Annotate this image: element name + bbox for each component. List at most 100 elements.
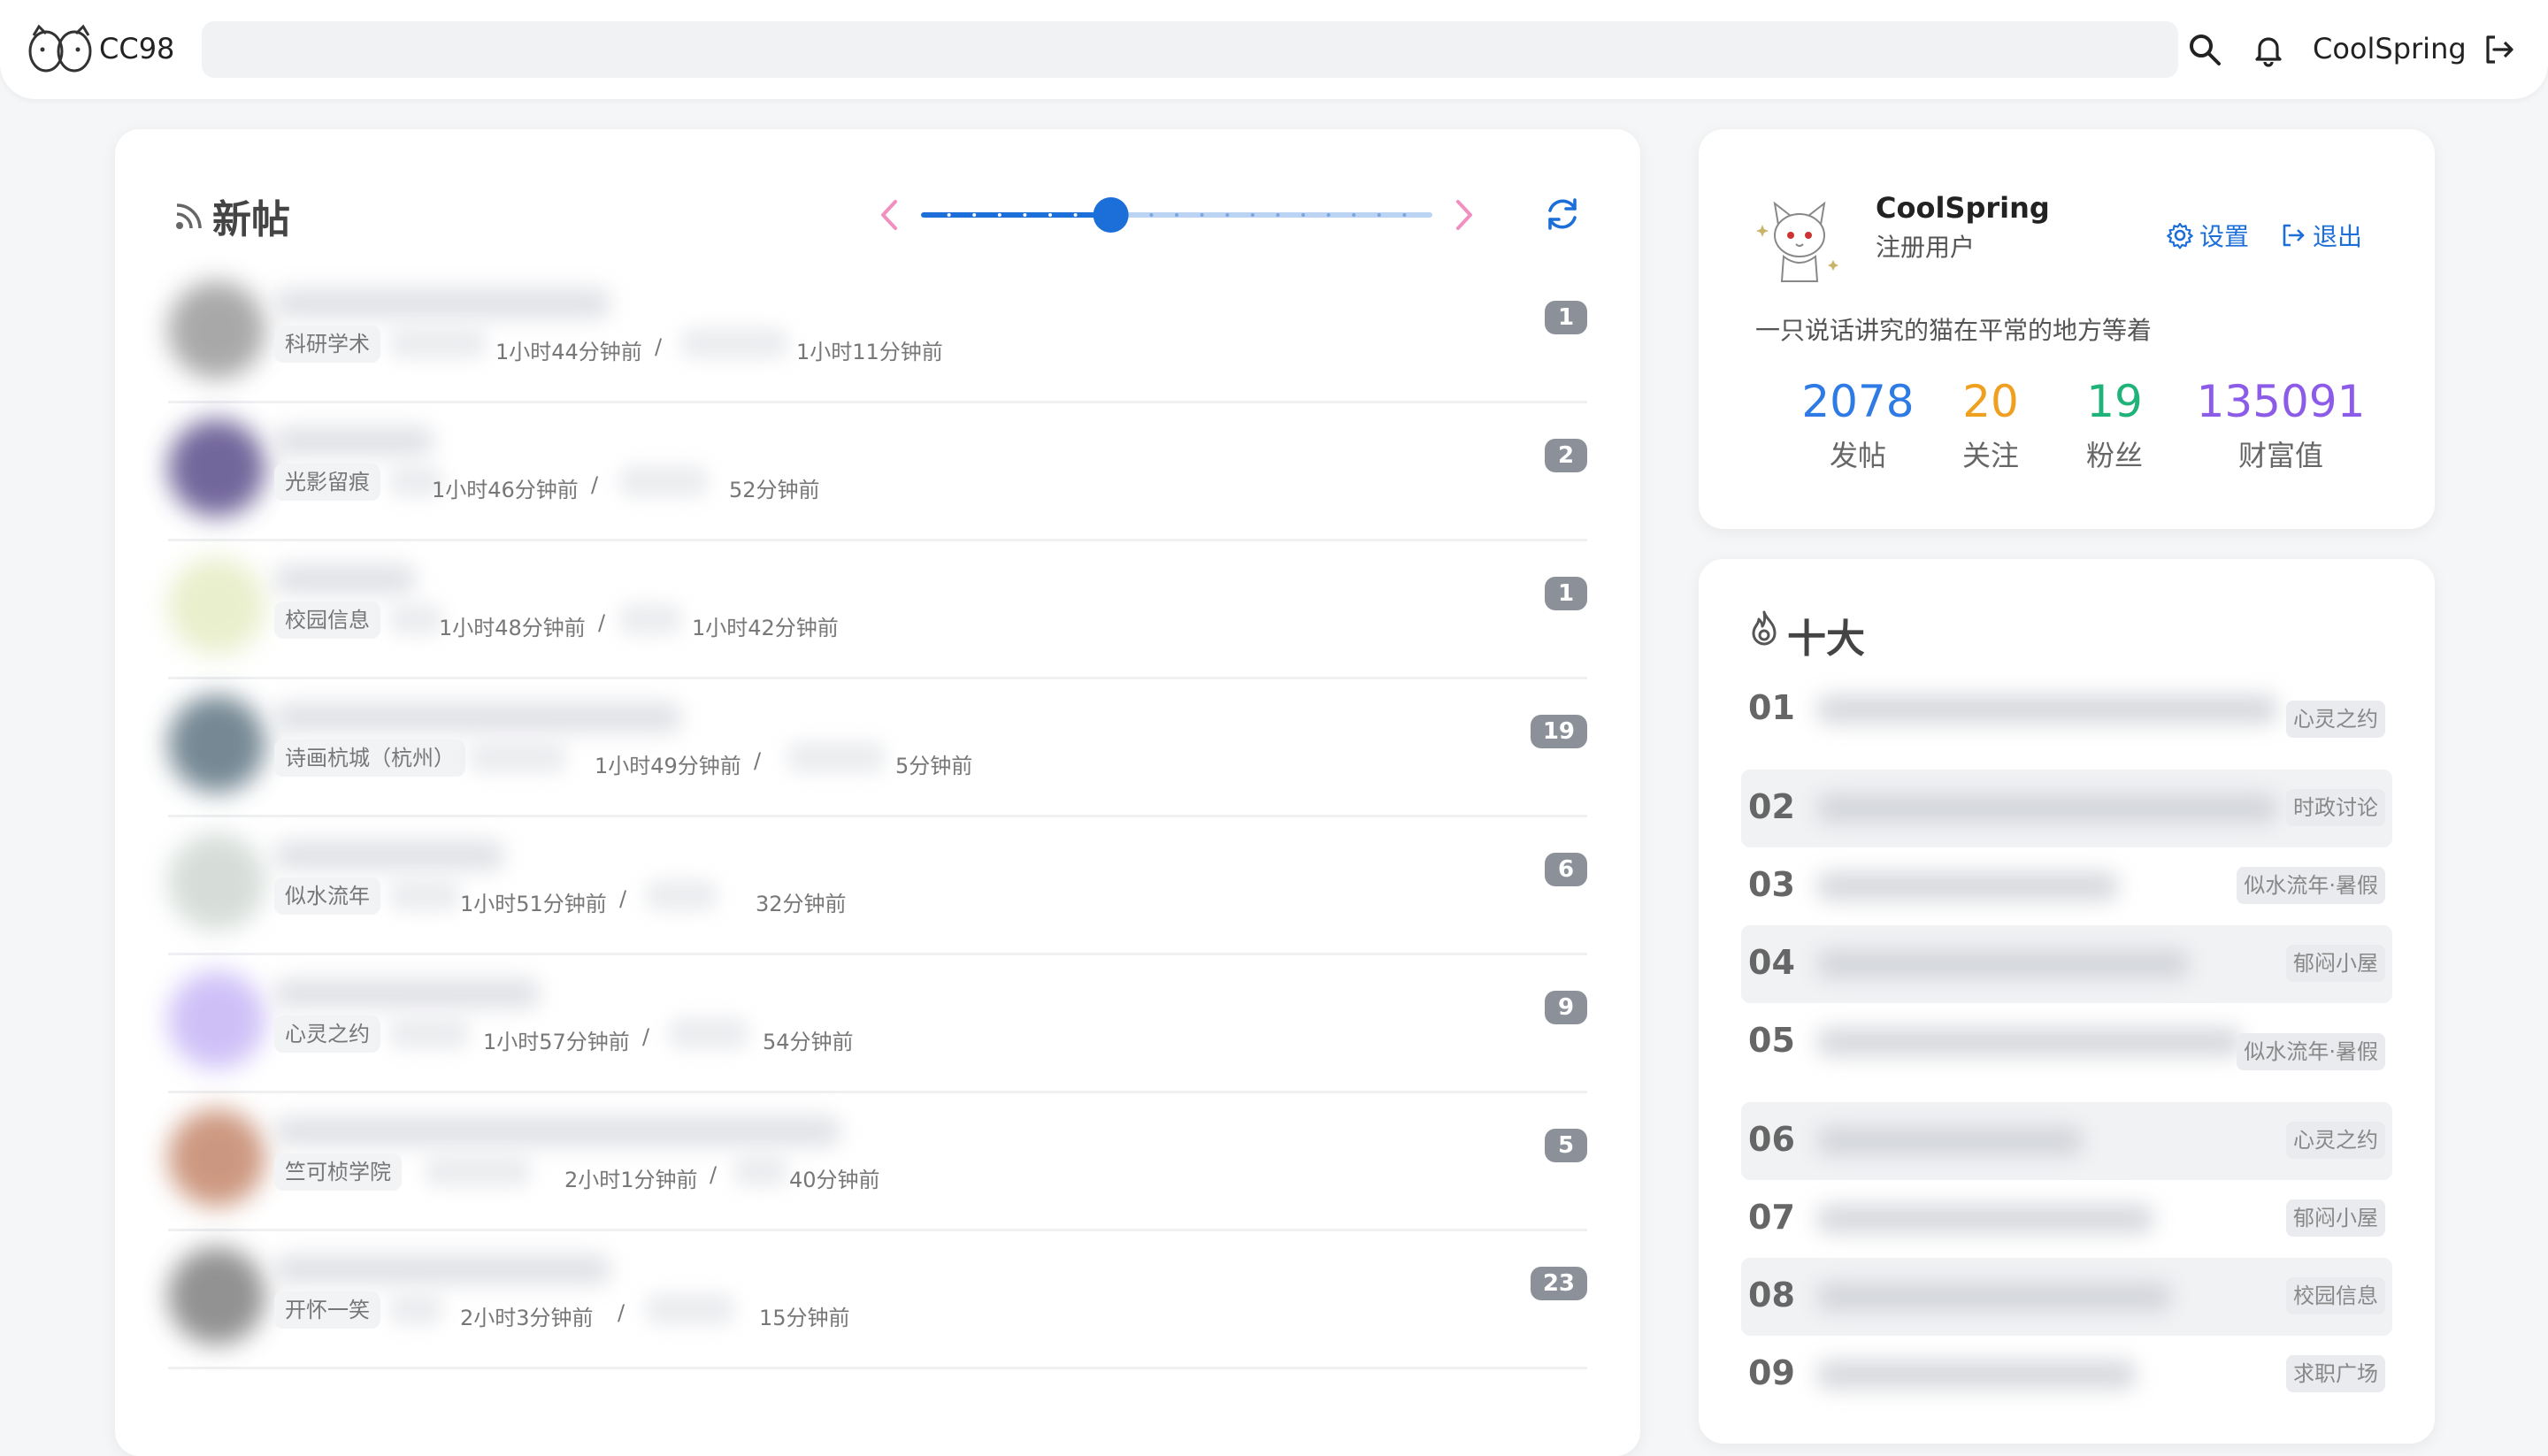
last-reply-user-blurred[interactable] [787, 741, 885, 773]
hot-topic-title-blurred[interactable] [1817, 1360, 2136, 1389]
post-author-blurred[interactable] [469, 741, 566, 773]
site-name[interactable]: CC98 [99, 32, 174, 65]
hot-topic-title-blurred[interactable] [1817, 1127, 2083, 1155]
last-reply-user-blurred[interactable] [619, 603, 681, 635]
hot-topic-title-blurred[interactable] [1817, 794, 2277, 823]
post-author-blurred[interactable] [389, 1017, 469, 1049]
post-row[interactable]: 心灵之约 1小时57分钟前 / 54分钟前 9 [168, 955, 1587, 1093]
hot-topic-title-blurred[interactable] [1817, 695, 2277, 724]
hot-topic-title-blurred[interactable] [1817, 872, 2118, 900]
bell-icon[interactable] [2251, 32, 2286, 67]
hot-topic-row[interactable]: 01 心灵之约 [1741, 671, 2392, 748]
hot-topic-title-blurred[interactable] [1817, 950, 2189, 978]
last-reply-user-blurred[interactable] [646, 879, 717, 911]
post-author-blurred[interactable] [389, 879, 460, 911]
post-row[interactable]: 开怀一笑 2小时3分钟前 / 15分钟前 23 [168, 1231, 1587, 1369]
stat-wealth[interactable]: 135091 财富值 [2192, 377, 2369, 474]
hot-topic-title-blurred[interactable] [1817, 1283, 2171, 1311]
post-title-blurred[interactable] [274, 1116, 840, 1146]
post-title-blurred[interactable] [274, 426, 434, 456]
slider-step-dot [1250, 213, 1255, 217]
hot-topic-row[interactable]: 05 似水流年·暑假 [1741, 1003, 2392, 1081]
post-author-blurred[interactable] [389, 603, 442, 635]
hot-topic-board-tag[interactable]: 心灵之约 [2286, 1122, 2385, 1159]
hot-topic-row[interactable]: 07 郁闷小屋 [1741, 1180, 2392, 1258]
slider-thumb[interactable] [1093, 197, 1129, 233]
refresh-icon[interactable] [1541, 193, 1584, 235]
last-reply-user-blurred[interactable] [646, 1293, 734, 1325]
post-author-blurred[interactable] [425, 1155, 531, 1187]
hot-topic-row[interactable]: 06 心灵之约 [1741, 1102, 2392, 1180]
user-avatar[interactable] [1752, 189, 1847, 285]
post-board-tag[interactable]: 开怀一笑 [274, 1291, 380, 1329]
post-board-tag[interactable]: 光影留痕 [274, 464, 380, 501]
post-created-time: 2小时3分钟前 [460, 1306, 594, 1330]
logout-link[interactable]: 退出 [2279, 218, 2362, 253]
hot-topic-title-blurred[interactable] [1817, 1028, 2242, 1056]
logout-icon[interactable] [2481, 32, 2516, 67]
post-board-tag[interactable]: 诗画杭城（杭州） [274, 739, 465, 777]
hot-topic-board-tag[interactable]: 郁闷小屋 [2286, 945, 2385, 982]
stat-value: 2078 [1801, 376, 1915, 427]
post-row[interactable]: 科研学术 1小时44分钟前 / 1小时11分钟前 1 [168, 265, 1587, 403]
hot-topic-board-tag[interactable]: 求职广场 [2286, 1355, 2385, 1392]
hot-topic-row[interactable]: 08 校园信息 [1741, 1258, 2392, 1336]
reply-count-badge: 19 [1530, 715, 1587, 748]
profile-card: CoolSpring 注册用户 设置 退出 一只说话讲究的猫在平常的地方等着 2… [1699, 129, 2435, 529]
hot-topic-board-tag[interactable]: 校园信息 [2286, 1277, 2385, 1314]
slider-step-dot [1301, 213, 1305, 217]
slider-step-dot [1276, 213, 1280, 217]
post-row[interactable]: 似水流年 1小时51分钟前 / 32分钟前 6 [168, 817, 1587, 955]
hot-topic-board-tag[interactable]: 似水流年·暑假 [2237, 867, 2385, 904]
post-row[interactable]: 光影留痕 1小时46分钟前 / 52分钟前 2 [168, 403, 1587, 541]
last-reply-user-blurred[interactable] [619, 465, 708, 497]
hot-topic-rank: 02 [1748, 787, 1795, 826]
post-created-time: 1小时48分钟前 [439, 616, 586, 640]
hot-topic-board-tag[interactable]: 心灵之约 [2286, 701, 2385, 738]
hot-topic-row[interactable]: 09 求职广场 [1741, 1336, 2392, 1414]
new-posts-title: 新帖 [212, 197, 290, 242]
hot-topic-board-tag[interactable]: 时政讨论 [2286, 789, 2385, 826]
post-title-blurred[interactable] [274, 1254, 610, 1284]
hot-topic-row[interactable]: 02 时政讨论 [1741, 770, 2392, 847]
profile-username[interactable]: CoolSpring [1876, 191, 2050, 225]
chevron-right-icon[interactable] [1447, 193, 1483, 237]
post-title-blurred[interactable] [274, 288, 610, 318]
search-icon[interactable] [2187, 32, 2222, 67]
hot-topic-board-tag[interactable]: 郁闷小屋 [2286, 1199, 2385, 1237]
meta-separator: / [618, 1300, 625, 1325]
post-board-tag[interactable]: 竺可桢学院 [274, 1153, 402, 1191]
logout-label: 退出 [2313, 222, 2363, 251]
header-username[interactable]: CoolSpring [2313, 32, 2467, 65]
post-board-tag[interactable]: 校园信息 [274, 602, 380, 639]
settings-link[interactable]: 设置 [2166, 218, 2249, 253]
post-board-tag[interactable]: 心灵之约 [274, 1015, 380, 1053]
post-board-tag[interactable]: 科研学术 [274, 326, 380, 363]
post-board-tag[interactable]: 似水流年 [274, 877, 380, 915]
hot-topic-board-tag[interactable]: 似水流年·暑假 [2237, 1033, 2385, 1070]
post-title-blurred[interactable] [274, 840, 504, 870]
stat-following[interactable]: 20 关注 [1946, 377, 2035, 474]
hot-topic-title-blurred[interactable] [1817, 1205, 2153, 1233]
search-input[interactable] [202, 21, 2178, 78]
post-row[interactable]: 诗画杭城（杭州） 1小时49分钟前 / 5分钟前 19 [168, 679, 1587, 817]
hot-topic-row[interactable]: 04 郁闷小屋 [1741, 925, 2392, 1003]
post-author-blurred[interactable] [389, 1293, 442, 1325]
slider-step-dot [972, 213, 977, 217]
stat-posts[interactable]: 2078 发帖 [1787, 377, 1929, 474]
last-reply-user-blurred[interactable] [669, 1017, 748, 1049]
stat-followers[interactable]: 19 粉丝 [2070, 377, 2159, 474]
hot-topic-row[interactable]: 03 似水流年·暑假 [1741, 847, 2392, 925]
post-row[interactable]: 校园信息 1小时48分钟前 / 1小时42分钟前 1 [168, 541, 1587, 679]
last-reply-user-blurred[interactable] [681, 327, 787, 359]
page-slider[interactable] [920, 197, 1433, 233]
post-title-blurred[interactable] [274, 978, 540, 1008]
post-author-blurred[interactable] [389, 327, 487, 359]
chevron-left-icon[interactable] [871, 193, 906, 237]
last-reply-user-blurred[interactable] [734, 1155, 787, 1187]
slider-step-dot [947, 213, 951, 217]
post-title-blurred[interactable] [274, 564, 416, 594]
post-row[interactable]: 竺可桢学院 2小时1分钟前 / 40分钟前 5 [168, 1093, 1587, 1231]
cc98-logo-icon[interactable] [27, 23, 96, 74]
post-title-blurred[interactable] [274, 702, 681, 732]
